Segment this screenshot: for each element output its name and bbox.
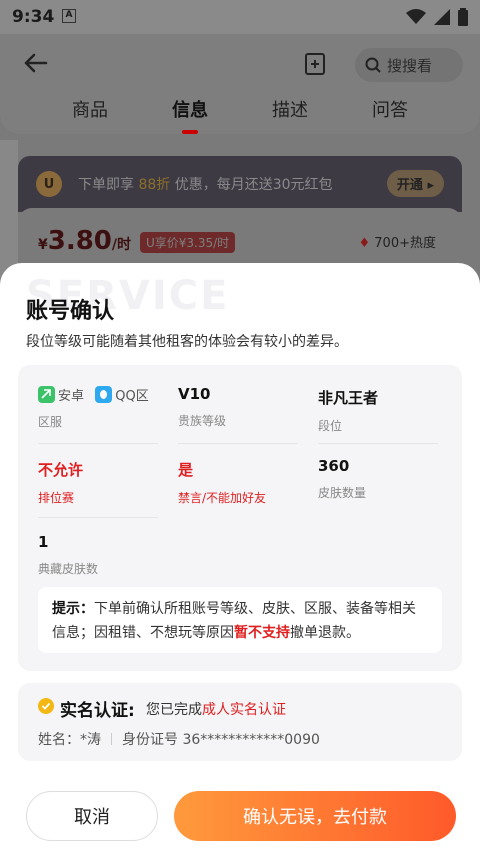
page-edge	[0, 140, 18, 280]
membership-promo-banner[interactable]: U 下单即享 88折 优惠，每月还送30元红包 开通 ▸	[18, 156, 462, 212]
ranked-cell: 不允许 排位赛	[38, 461, 84, 505]
rare-skins-cell: 1 典藏皮肤数	[38, 533, 99, 576]
account-confirm-sheet: SERVICE 账号确认 段位等级可能随着其他租客的体验会有较小的差异。 安卓 …	[0, 263, 480, 853]
wifi-icon	[406, 9, 426, 24]
notification-icon: A	[62, 9, 76, 23]
divider	[178, 443, 298, 444]
auth-title: 实名认证:	[60, 701, 135, 721]
android-chip: 安卓	[38, 385, 84, 404]
sheet-title: 账号确认	[26, 299, 115, 324]
divider	[318, 443, 438, 444]
signal-icon	[434, 9, 450, 25]
cancel-button[interactable]: 取消	[26, 791, 158, 841]
heat-count: ♦ 700+热度	[358, 236, 436, 251]
battery-icon	[458, 8, 468, 26]
tab-description[interactable]: 描述	[272, 96, 308, 134]
android-icon	[38, 386, 55, 403]
account-info-card: 安卓 QQ区 区服 V10 贵族等级 非凡王者 段位 不允许 排位赛 是 禁言/…	[18, 365, 462, 671]
search-box[interactable]: 搜搜看	[355, 48, 463, 82]
noble-level-cell: V10 贵族等级	[178, 385, 227, 428]
skins-cell: 360 皮肤数量	[318, 457, 367, 500]
flame-icon: ♦	[358, 236, 371, 251]
tab-bar: 商品 信息 描述 问答	[0, 96, 480, 134]
sheet-subtitle: 段位等级可能随着其他租客的体验会有较小的差异。	[26, 334, 348, 350]
vip-badge-icon: U	[36, 171, 62, 197]
open-membership-button[interactable]: 开通 ▸	[386, 170, 444, 197]
auth-info: 姓名：*涛 身份证号 36************0090	[38, 729, 320, 749]
server-cell: 安卓 QQ区 区服	[38, 385, 155, 430]
auth-description: 您已完成成人实名认证	[146, 702, 286, 718]
status-time: 9:34	[12, 7, 55, 27]
search-placeholder: 搜搜看	[387, 56, 433, 75]
divider	[38, 443, 158, 444]
price-value: ¥3.80/时	[38, 226, 132, 256]
tip-box: 提示：下单前确认所租账号等级、皮肤、区服、装备等相关信息；因租错、不想玩等原因暂…	[38, 587, 442, 653]
tab-qa[interactable]: 问答	[372, 96, 408, 134]
promo-text: 下单即享 88折 优惠，每月还送30元红包	[78, 177, 333, 193]
divider	[38, 517, 158, 518]
tab-products[interactable]: 商品	[72, 96, 108, 134]
member-price-badge: U享价¥3.35/时	[140, 232, 236, 253]
separator	[111, 733, 112, 745]
qq-chip: QQ区	[95, 385, 149, 404]
favorite-icon[interactable]	[304, 52, 326, 76]
real-name-auth-card: 实名认证: 您已完成成人实名认证 姓名：*涛 身份证号 36**********…	[18, 683, 462, 761]
back-arrow-icon[interactable]	[22, 52, 48, 74]
user-name: 姓名：*涛	[38, 732, 101, 748]
qq-icon	[95, 386, 113, 403]
top-navigation: 搜搜看 商品 信息 描述 问答	[0, 34, 480, 134]
status-bar: 9:34 A	[0, 0, 480, 34]
id-number: 身份证号 36************0090	[122, 732, 320, 748]
confirm-pay-button[interactable]: 确认无误，去付款	[174, 791, 456, 841]
verified-check-icon	[38, 698, 54, 714]
rank-cell: 非凡王者 段位	[318, 389, 379, 433]
tab-info[interactable]: 信息	[172, 96, 208, 134]
search-icon	[365, 57, 381, 73]
ban-cell: 是 禁言/不能加好友	[178, 461, 267, 505]
